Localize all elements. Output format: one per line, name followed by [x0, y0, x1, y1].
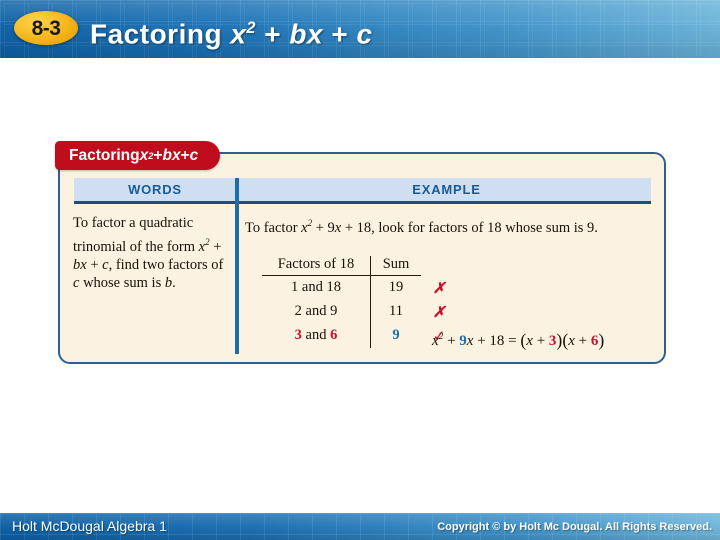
cell-mark-x-icon: ✗	[432, 279, 446, 297]
footer-book-title: Holt McDougal Algebra 1	[12, 518, 167, 534]
banner-var-bx: bx	[162, 146, 181, 164]
page-title-plus-1: +	[255, 18, 290, 50]
lesson-number-badge: 8-3	[14, 11, 78, 45]
table-row: 2 and 9 11 ✗	[262, 299, 457, 324]
eq-factor2-plus: +	[574, 332, 591, 349]
words-line-5: sum is	[123, 275, 165, 292]
page-title-plus-2: +	[323, 18, 357, 50]
eq-lhs-tail: + 18 =	[473, 332, 521, 349]
factors-table-wrapper: Factors of 18 Sum 1 and 18 19 ✗ 2 and 9 …	[262, 256, 457, 348]
cell-sum: 11	[370, 299, 421, 324]
cell-factor-b: 6	[330, 327, 338, 343]
example-intro-prefix: To factor	[245, 219, 302, 236]
page-title-exponent: 2	[246, 19, 256, 37]
page-title-var-c: c	[356, 18, 373, 50]
eq-plus-1: +	[443, 332, 460, 349]
lesson-number-text: 8-3	[31, 16, 61, 40]
words-line-1: To factor a quadratic	[73, 215, 194, 231]
words-line-5-tail: .	[172, 275, 176, 292]
cell-factors: 1 and 18	[291, 279, 341, 296]
header-mark	[421, 256, 457, 276]
header-factors-of-18: Factors of 18	[262, 256, 371, 276]
eq-var-x: x	[432, 332, 439, 349]
page-title-var-x: x	[230, 18, 247, 50]
factors-table: Factors of 18 Sum 1 and 18 19 ✗ 2 and 9 …	[262, 256, 457, 348]
words-plus-1: +	[209, 238, 222, 255]
lesson-header-bar: 8-3 Factoring x2 + bx + c	[0, 0, 720, 58]
banner-var-c: c	[189, 146, 199, 164]
example-plus-9: + 9	[312, 219, 335, 236]
page-title: Factoring x2 + bx + c	[90, 9, 373, 53]
banner-var-x: x	[139, 146, 149, 164]
final-factored-equation: x2 + 9x + 18 = (x + 3)(x + 6)	[432, 330, 604, 351]
footer-bar: Holt McDougal Algebra 1 Copyright © by H…	[0, 513, 720, 540]
column-header-row: WORDS EXAMPLE	[74, 178, 651, 204]
page-title-prefix: Factoring	[90, 18, 231, 50]
example-intro-line-2: sum is 9.	[545, 219, 598, 236]
table-row: 3 and 6 9 ✓	[262, 323, 457, 348]
table-row: 1 and 18 19 ✗	[262, 275, 457, 300]
words-line-4: factors of	[168, 256, 224, 273]
words-var-b: b	[164, 275, 173, 292]
banner-prefix: Factoring	[69, 146, 140, 164]
page-title-var-bx: bx	[289, 18, 324, 50]
example-intro-tail: + 18, look for factors of 18 whose	[341, 219, 543, 236]
cell-sum: 9	[370, 323, 421, 348]
cell-factors: 2 and 9	[294, 303, 338, 319]
factors-table-header-row: Factors of 18 Sum	[262, 256, 457, 276]
example-intro-text: To factor x2 + 9x + 18, look for factors…	[245, 214, 645, 237]
words-var-bx: bx	[73, 256, 87, 273]
eq-factor2-close-paren: )	[598, 330, 605, 350]
footer-copyright: Copyright © by Holt Mc Dougal. All Right…	[437, 521, 712, 533]
eq-factor1-var: x	[526, 332, 533, 349]
words-line-3-tail: , find two	[108, 256, 165, 273]
words-line-4-tail: whose	[79, 275, 121, 292]
eq-coefficient-9: 9	[459, 332, 467, 349]
banner-plus-2: +	[180, 146, 190, 164]
cell-factors: 3 and 6	[294, 327, 338, 343]
cell-mark-x-icon: ✗	[432, 303, 446, 321]
panel-banner-title: Factoring x 2 + bx + c	[55, 141, 221, 170]
column-header-words: WORDS	[128, 182, 182, 197]
banner-plus-1: +	[153, 146, 163, 164]
words-column-body: To factor a quadratic trinomial of the f…	[73, 214, 229, 293]
cell-sum: 19	[370, 275, 421, 300]
cell-factor-a: 3	[294, 327, 302, 343]
column-divider	[235, 178, 239, 354]
words-plus-2: +	[86, 256, 103, 273]
eq-factor2-var: x	[568, 332, 575, 349]
words-line-2: trinomial of the form	[73, 238, 196, 255]
eq-factor1-plus: +	[532, 332, 549, 349]
header-sum: Sum	[370, 256, 421, 276]
column-header-example: EXAMPLE	[412, 182, 481, 197]
